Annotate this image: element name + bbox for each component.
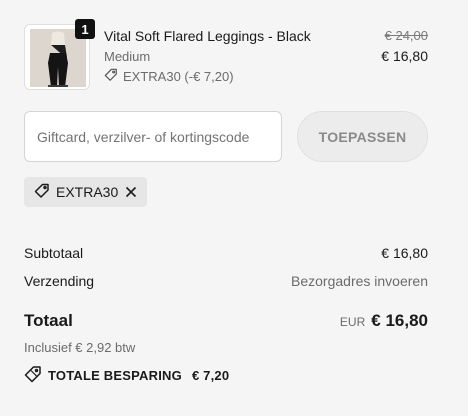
applied-code-chip: EXTRA30 — [24, 177, 147, 207]
total-savings: TOTALE BESPARING € 7,20 — [24, 365, 229, 386]
tag-icon — [34, 183, 50, 202]
applied-code-label: EXTRA30 — [56, 184, 119, 200]
product-variant: Medium — [104, 49, 151, 64]
total-amount: EUR € 16,80 — [340, 311, 428, 331]
discount-code-input[interactable] — [24, 111, 282, 162]
tag-icon — [104, 68, 118, 85]
product-price: € 16,80 — [381, 48, 428, 64]
product-original-price: € 24,00 — [384, 28, 428, 43]
close-icon[interactable] — [125, 186, 137, 198]
total-label: Totaal — [24, 311, 73, 330]
subtotal-value: € 16,80 — [381, 245, 428, 261]
total-value: € 16,80 — [371, 311, 428, 330]
apply-code-button[interactable]: TOEPASSEN — [297, 111, 428, 162]
savings-label: TOTALE BESPARING — [48, 368, 182, 383]
product-discount: EXTRA30 (-€ 7,20) — [104, 68, 234, 85]
subtotal-label: Subtotaal — [24, 245, 84, 261]
tag-icon — [24, 365, 42, 386]
shipping-value: Bezorgadres invoeren — [291, 273, 428, 289]
vat-note: Inclusief € 2,92 btw — [24, 340, 136, 355]
savings-value: € 7,20 — [191, 368, 230, 383]
quantity-badge: 1 — [75, 19, 95, 39]
product-discount-label: EXTRA30 (-€ 7,20) — [123, 69, 234, 84]
cart-line-item: 1 Vital Soft Flared Leggings - Black Med… — [24, 19, 428, 90]
currency-code: EUR — [339, 315, 366, 329]
product-name[interactable]: Vital Soft Flared Leggings - Black — [104, 28, 311, 44]
shipping-label: Verzending — [24, 273, 95, 289]
